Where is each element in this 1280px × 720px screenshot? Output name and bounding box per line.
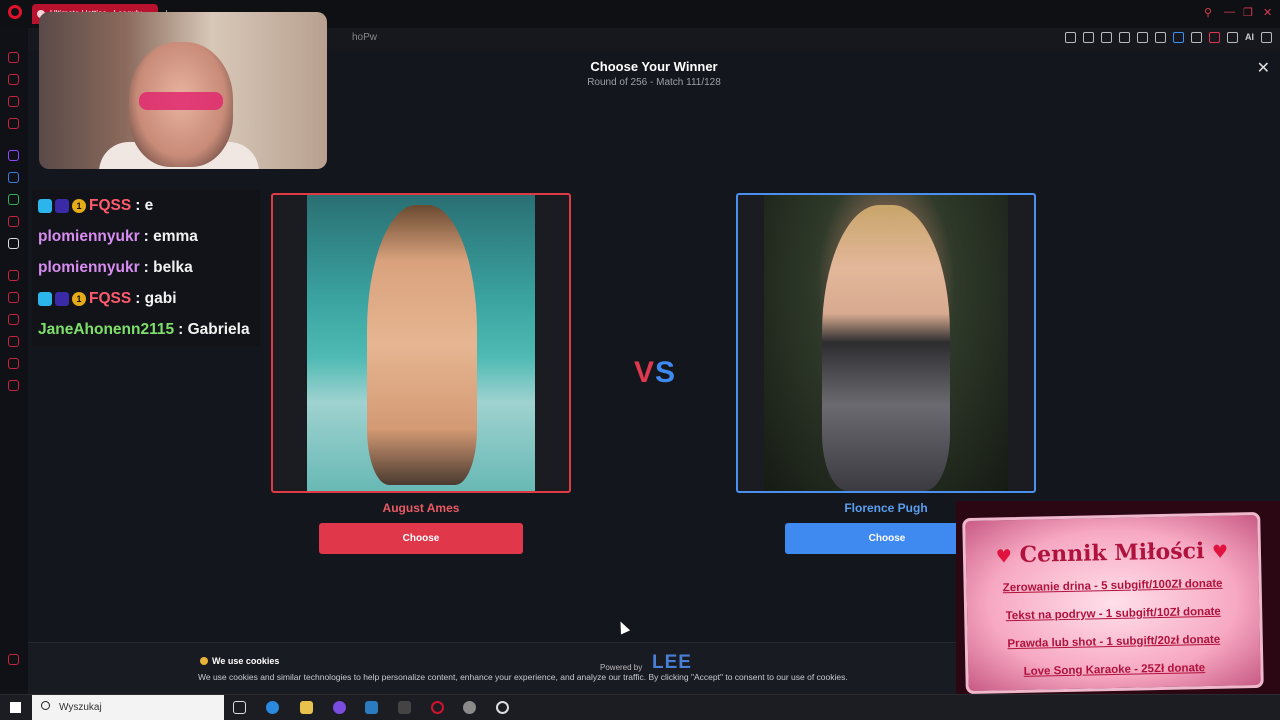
- windows-start-icon[interactable]: [10, 702, 21, 713]
- sidebar-more-icon[interactable]: [8, 654, 19, 665]
- chat-message: JaneAhonenn2115: Gabriela: [38, 319, 250, 341]
- mouse-cursor-icon: [615, 619, 631, 635]
- powered-by-label: Powered by: [600, 663, 643, 672]
- sidebar-news-icon[interactable]: [8, 118, 19, 129]
- toolbar-icons: AI: [1065, 32, 1272, 43]
- cookie-title: We use cookies: [200, 656, 279, 666]
- sidebar-history-icon[interactable]: [8, 74, 19, 85]
- heart-icon: ♥: [995, 546, 1013, 568]
- price-line: Tekst na podryw - 1 subgift/10Zł donate: [1005, 605, 1221, 623]
- sidebar-music-icon[interactable]: [8, 270, 19, 281]
- download-icon[interactable]: [1227, 32, 1238, 43]
- vip-badge-icon: [55, 199, 69, 213]
- heart-icon[interactable]: [1137, 32, 1148, 43]
- bookmark-icon[interactable]: [1065, 32, 1076, 43]
- menu-icon[interactable]: [1261, 32, 1272, 43]
- chat-text: : Gabriela: [178, 321, 250, 338]
- webcam-overlay: [39, 12, 327, 169]
- play-icon[interactable]: [1155, 32, 1166, 43]
- chat-text: : gabi: [135, 290, 177, 307]
- contestant-figure-right: [822, 205, 950, 491]
- contestant-figure-left: [367, 205, 477, 485]
- extension-blue-icon[interactable]: [1173, 32, 1184, 43]
- price-line: Love Song Karaoke - 25Zł donate: [1023, 662, 1206, 678]
- sidebar-twitch-icon[interactable]: [8, 150, 19, 161]
- url-text[interactable]: hoPw: [352, 32, 377, 43]
- subscriber-badge-icon: [38, 199, 52, 213]
- chat-text: : emma: [143, 228, 198, 245]
- windows-taskbar: Wyszukaj: [0, 694, 1280, 720]
- price-line: Zerowanie drina - 5 subgift/100Zł donate: [1002, 577, 1223, 595]
- chat-username[interactable]: JaneAhonenn2115: [38, 321, 174, 339]
- edge-icon[interactable]: [266, 701, 279, 714]
- screen: Ultimate Hotties - Leaguly... + ⚲ — ❐ ✕ …: [0, 0, 1280, 720]
- price-list-card: ♥ Cennik Miłości ♥ Zerowanie drina - 5 s…: [962, 511, 1264, 695]
- taskbar-search-input[interactable]: Wyszukaj: [32, 695, 224, 720]
- contestant-card-right[interactable]: [736, 193, 1036, 493]
- sidebar-x-icon[interactable]: [8, 238, 19, 249]
- brand-logo: LEE: [652, 652, 692, 673]
- cookie-text: We use cookies and similar technologies …: [198, 672, 848, 682]
- sidebar-instagram-icon[interactable]: [8, 216, 19, 227]
- sidebar-download-icon[interactable]: [8, 336, 19, 347]
- search-placeholder: Wyszukaj: [59, 702, 102, 713]
- chat-text: : belka: [143, 259, 193, 276]
- file-explorer-icon[interactable]: [300, 701, 313, 714]
- chat-username[interactable]: FQSS: [89, 197, 131, 215]
- sidebar-home-icon[interactable]: [8, 52, 19, 63]
- shield-icon[interactable]: [1101, 32, 1112, 43]
- sidebar-clock-icon[interactable]: [8, 314, 19, 325]
- chat-message: plomiennyukr: belka: [38, 257, 193, 279]
- opera-logo-icon[interactable]: [8, 5, 22, 19]
- search-tabs-icon[interactable]: ⚲: [1204, 6, 1212, 19]
- subscriber-badge-icon: [38, 292, 52, 306]
- streamer-glasses: [139, 92, 223, 110]
- app-icon[interactable]: [463, 701, 476, 714]
- steam-icon[interactable]: [365, 701, 378, 714]
- profile-icon[interactable]: [1209, 32, 1220, 43]
- chat-username[interactable]: FQSS: [89, 290, 131, 308]
- ai-button[interactable]: AI: [1245, 32, 1254, 43]
- close-window-icon[interactable]: ✕: [1263, 6, 1272, 19]
- opera-taskbar-icon[interactable]: [431, 701, 444, 714]
- chat-message: 1 FQSS: gabi: [38, 288, 177, 310]
- vip-badge-icon: [55, 292, 69, 306]
- restore-icon[interactable]: ❐: [1243, 6, 1253, 19]
- choose-left-button[interactable]: Choose: [319, 523, 523, 554]
- gift-badge-icon: 1: [72, 199, 86, 213]
- extensions-icon[interactable]: [1191, 32, 1202, 43]
- chat-message: 1 FQSS: e: [38, 195, 153, 217]
- gift-badge-icon: 1: [72, 292, 86, 306]
- translate-icon[interactable]: [1119, 32, 1130, 43]
- chat-username[interactable]: plomiennyukr: [38, 259, 140, 277]
- recording-app-icon[interactable]: [496, 701, 509, 714]
- task-view-icon[interactable]: [233, 701, 246, 714]
- chat-message: plomiennyukr: emma: [38, 226, 198, 248]
- discord-icon[interactable]: [333, 701, 346, 714]
- snapshot-icon[interactable]: [1083, 32, 1094, 43]
- sidebar-apps-icon[interactable]: [8, 292, 19, 303]
- browser-sidebar: [0, 28, 28, 694]
- minimize-icon[interactable]: —: [1224, 6, 1235, 18]
- price-list-title: ♥ Cennik Miłości ♥: [995, 538, 1229, 568]
- chat-username[interactable]: plomiennyukr: [38, 228, 140, 246]
- vs-label: VS: [634, 356, 677, 389]
- sidebar-wallet-icon[interactable]: [8, 96, 19, 107]
- chat-text: : e: [135, 197, 154, 214]
- epic-games-icon[interactable]: [398, 701, 411, 714]
- stream-chat: 1 FQSS: e plomiennyukr: emma plomiennyukr: …: [32, 190, 260, 346]
- price-list-panel: ♥ Cennik Miłości ♥ Zerowanie drina - 5 s…: [956, 501, 1280, 695]
- close-icon[interactable]: ✕: [1257, 61, 1270, 77]
- contestant-card-left[interactable]: [271, 193, 571, 493]
- heart-icon: ♥: [1211, 541, 1229, 563]
- sidebar-whatsapp-icon[interactable]: [8, 194, 19, 205]
- price-line: Prawda lub shot - 1 subgift/20zł donate: [1007, 633, 1221, 651]
- sidebar-settings-icon[interactable]: [8, 380, 19, 391]
- contestant-name-left: August Ames: [382, 501, 460, 515]
- search-icon: [41, 701, 50, 710]
- sidebar-workspace-icon[interactable]: [8, 358, 19, 369]
- sidebar-messenger-icon[interactable]: [8, 172, 19, 183]
- contestant-photo-right: [764, 195, 1008, 491]
- contestant-photo-left: [307, 195, 535, 491]
